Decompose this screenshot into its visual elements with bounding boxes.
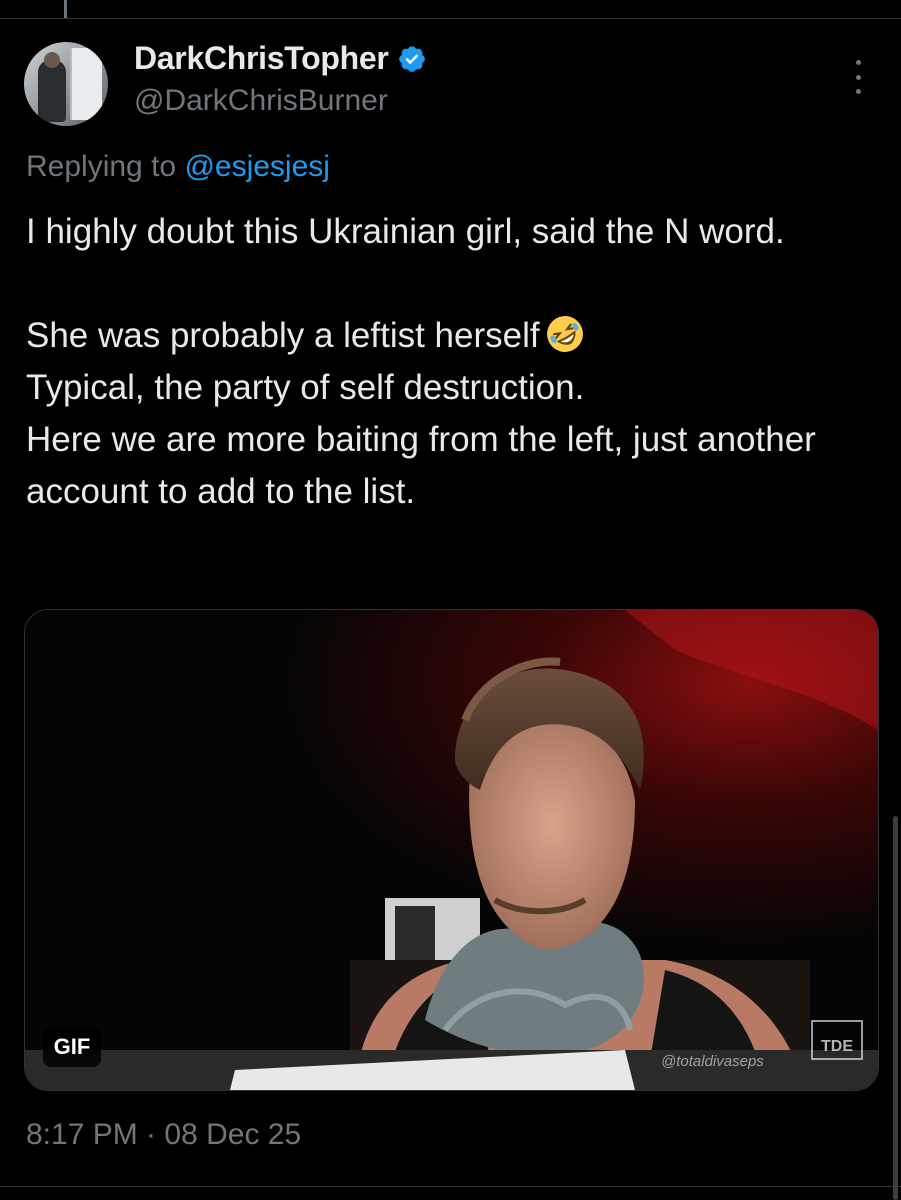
author-display-name[interactable]: DarkChrisTopher [134,40,389,77]
thread-connector-line [64,0,67,18]
replying-to-label: Replying to [26,150,185,183]
gif-media[interactable]: GIF @totaldivaseps TDE [24,609,879,1091]
tweet-text-line-4: Here we are more baiting from the left, … [26,420,816,511]
tweet-text-line-3: Typical, the party of self destruction. [26,368,585,407]
verified-badge-icon [398,45,425,72]
tweet-text-line-2: She was probably a leftist herself [26,310,876,362]
gif-frame-image [25,610,878,1090]
tweet-timestamp[interactable]: 8:17 PM · 08 Dec 25 [26,1118,301,1152]
tweet-text-line-1: I highly doubt this Ukrainian girl, said… [26,212,785,251]
scrollbar[interactable] [893,816,898,1200]
reply-mention-link[interactable]: @esjesjesj [184,150,330,183]
replying-to-line: Replying to @esjesjesj [26,150,330,184]
top-divider [0,18,901,19]
media-watermark-logo: TDE [811,1020,863,1060]
tweet-text: I highly doubt this Ukrainian girl, said… [26,206,876,518]
rolling-on-floor-laughing-emoji-icon [546,316,583,352]
tweet-text-line-2-text: She was probably a leftist herself [26,316,540,355]
more-options-icon[interactable] [846,60,870,94]
author-handle[interactable]: @DarkChrisBurner [134,84,388,118]
author-name-row[interactable]: DarkChrisTopher [134,40,427,77]
gif-badge: GIF [43,1027,101,1067]
media-watermark: @totaldivaseps [661,1053,764,1070]
bottom-divider [0,1186,901,1187]
author-avatar[interactable] [24,42,108,126]
